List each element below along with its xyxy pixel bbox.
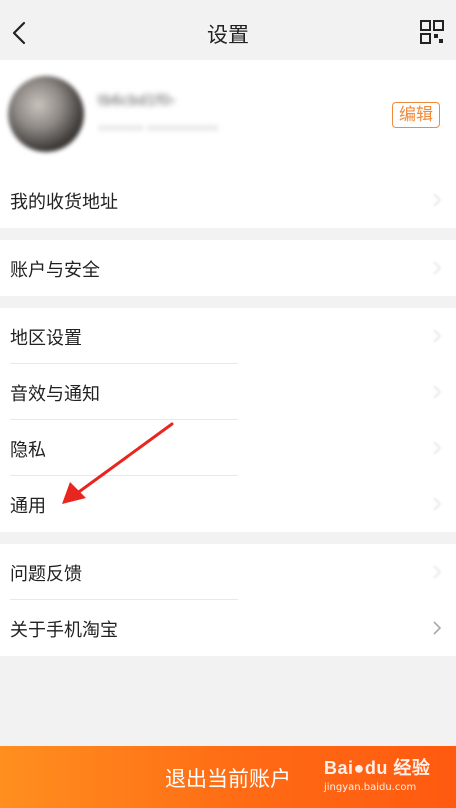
qr-code-icon bbox=[420, 20, 444, 44]
profile-nickname: tb6cbd1f0› bbox=[98, 93, 176, 109]
settings-group-about: 问题反馈 关于手机淘宝 bbox=[0, 544, 456, 656]
settings-item-label: 我的收货地址 bbox=[10, 192, 118, 213]
watermark-brand: Bai●du 经验 bbox=[324, 758, 431, 778]
settings-item-feedback[interactable]: 问题反馈 bbox=[0, 544, 456, 600]
settings-item-label: 关于手机淘宝 bbox=[10, 620, 118, 641]
chevron-right-icon bbox=[433, 261, 442, 275]
status-bar bbox=[0, 0, 456, 8]
avatar[interactable] bbox=[8, 76, 84, 152]
settings-item-address[interactable]: 我的收货地址 bbox=[0, 172, 456, 228]
settings-item-label: 问题反馈 bbox=[10, 564, 82, 585]
settings-item-privacy[interactable]: 隐私 bbox=[0, 420, 456, 476]
settings-item-label: 音效与通知 bbox=[10, 384, 100, 405]
profile-card[interactable]: tb6cbd1f0› ••••••• ••••••••••• bbox=[0, 60, 456, 172]
settings-item-label: 通用 bbox=[10, 496, 46, 517]
page-title: 设置 bbox=[207, 23, 249, 47]
settings-item-label: 隐私 bbox=[10, 440, 46, 461]
settings-item-sound-notification[interactable]: 音效与通知 bbox=[0, 364, 456, 420]
edit-button[interactable]: 编辑 bbox=[392, 102, 440, 128]
profile-uid: ••••••• ••••••••••• bbox=[98, 122, 219, 135]
chevron-right-icon bbox=[433, 621, 442, 635]
settings-group-account: 账户与安全 bbox=[0, 240, 456, 296]
watermark-url: jingyan.baidu.com bbox=[324, 782, 417, 793]
chevron-right-icon bbox=[433, 565, 442, 579]
chevron-right-icon bbox=[433, 385, 442, 399]
settings-item-label: 地区设置 bbox=[10, 328, 82, 349]
chevron-right-icon bbox=[433, 441, 442, 455]
nav-bar: 设置 bbox=[0, 8, 456, 60]
qr-code-button[interactable] bbox=[420, 20, 444, 44]
chevron-right-icon bbox=[433, 497, 442, 511]
chevron-right-icon bbox=[433, 329, 442, 343]
settings-item-account-security[interactable]: 账户与安全 bbox=[0, 240, 456, 296]
chevron-right-icon bbox=[433, 193, 442, 207]
settings-item-about[interactable]: 关于手机淘宝 bbox=[0, 600, 456, 656]
baidu-watermark: Bai●du 经验 jingyan.baidu.com bbox=[324, 754, 434, 793]
settings-item-general[interactable]: 通用 bbox=[0, 476, 456, 532]
edit-button-label: 编辑 bbox=[392, 102, 440, 128]
settings-item-label: 账户与安全 bbox=[10, 260, 100, 281]
settings-group-general: 地区设置 音效与通知 隐私 通用 bbox=[0, 308, 456, 532]
settings-item-region[interactable]: 地区设置 bbox=[0, 308, 456, 364]
settings-group-address: 我的收货地址 bbox=[0, 172, 456, 228]
